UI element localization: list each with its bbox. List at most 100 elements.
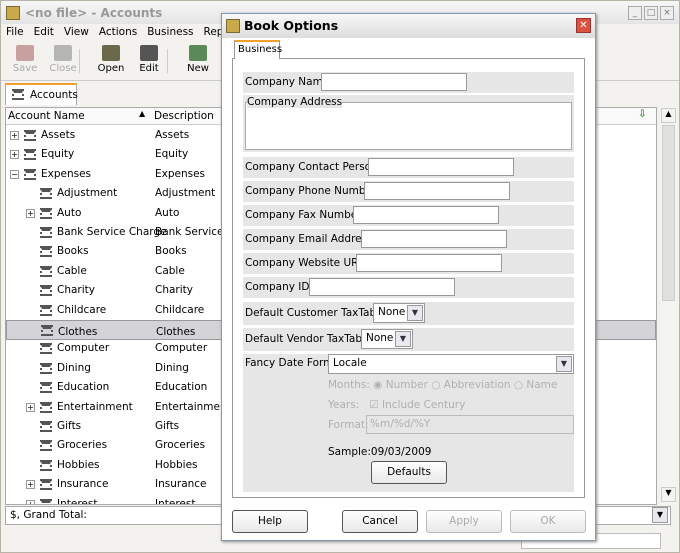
chevron-down-icon[interactable]: ▼ xyxy=(407,305,423,321)
column-description[interactable]: Description xyxy=(154,110,214,122)
window-title: <no file> - Accounts xyxy=(25,6,163,20)
menu-actions[interactable]: Actions xyxy=(94,25,142,41)
toolbar-separator xyxy=(79,49,80,73)
arrow-down-icon[interactable]: ⇩ xyxy=(638,108,647,120)
account-description: Education xyxy=(155,381,208,394)
radio-name[interactable]: ○ Name xyxy=(514,379,557,391)
account-name: Dining xyxy=(57,361,91,374)
account-name: Cable xyxy=(57,264,87,277)
account-icon xyxy=(40,265,52,277)
account-description: Charity xyxy=(155,284,193,297)
new-button[interactable]: New xyxy=(178,45,218,74)
save-button[interactable]: Save xyxy=(5,45,45,74)
apply-button[interactable]: Apply xyxy=(426,510,502,533)
scroll-up-button[interactable]: ▲ xyxy=(661,108,676,123)
account-description: Adjustment xyxy=(155,187,216,200)
radio-number[interactable]: ◉ Number xyxy=(373,379,428,391)
account-icon xyxy=(40,401,52,413)
ok-button[interactable]: OK xyxy=(510,510,586,533)
field-label: Company Website URL: xyxy=(245,257,368,269)
expand-icon[interactable]: + xyxy=(10,150,19,160)
maximize-button[interactable]: □ xyxy=(644,6,658,20)
close-button[interactable]: Close xyxy=(43,45,83,74)
radio-abbreviation[interactable]: ○ Abbreviation xyxy=(431,379,510,391)
collapse-icon[interactable]: − xyxy=(10,169,19,179)
field-input[interactable] xyxy=(356,254,502,272)
years-row: Years: ☑ Include Century xyxy=(328,399,466,411)
account-description: Assets xyxy=(155,129,190,141)
account-name: Childcare xyxy=(57,303,107,316)
account-description: Dining xyxy=(155,361,189,374)
account-icon xyxy=(40,343,52,355)
menu-edit[interactable]: Edit xyxy=(29,25,59,41)
account-icon xyxy=(40,362,52,374)
scroll-thumb[interactable] xyxy=(662,125,675,301)
vertical-scrollbar[interactable]: ▲ ▼ xyxy=(660,107,677,505)
months-row: Months: ◉ Number ○ Abbreviation ○ Name xyxy=(328,379,558,391)
account-name: Bank Service Charge xyxy=(57,226,167,238)
total-dropdown-button[interactable]: ▼ xyxy=(652,507,668,523)
chevron-down-icon[interactable]: ▼ xyxy=(556,356,572,372)
defaults-button[interactable]: Defaults xyxy=(371,461,447,484)
vendor-taxtable-select[interactable]: None ▼ xyxy=(361,329,413,349)
menu-file[interactable]: File xyxy=(1,25,29,41)
account-icon xyxy=(24,149,36,161)
vendor-taxtable-label: Default Vendor TaxTable: xyxy=(245,333,375,345)
company-name-input[interactable] xyxy=(321,73,467,91)
account-icon xyxy=(40,207,52,219)
close-icon xyxy=(54,45,72,61)
dialog-title: Book Options xyxy=(244,18,339,33)
field-label: Company ID: xyxy=(245,281,314,293)
menu-view[interactable]: View xyxy=(59,25,94,41)
column-account-name[interactable]: Account Name xyxy=(8,110,85,122)
dialog-close-button[interactable]: ✕ xyxy=(576,18,591,33)
account-description: Childcare xyxy=(155,303,205,316)
business-panel: Company Name: Company Address Company Co… xyxy=(232,58,585,498)
scroll-down-button[interactable]: ▼ xyxy=(661,487,676,502)
account-name: Insurance xyxy=(57,478,109,491)
book-options-dialog: Book Options ✕ Company Name: Company Add… xyxy=(221,13,596,541)
account-name: Charity xyxy=(57,284,95,297)
account-description: Gifts xyxy=(155,420,180,432)
field-row: Company Phone Number: xyxy=(243,181,574,202)
expand-icon[interactable]: + xyxy=(26,499,35,504)
expand-icon[interactable]: + xyxy=(26,402,35,412)
account-icon xyxy=(40,421,52,432)
format-input[interactable]: %m/%d/%Y xyxy=(366,415,574,434)
field-input[interactable] xyxy=(361,230,507,248)
open-button[interactable]: Open xyxy=(91,45,131,74)
field-row: Company Fax Number: xyxy=(243,205,574,226)
account-icon xyxy=(40,459,52,471)
cancel-button[interactable]: Cancel xyxy=(342,510,418,533)
tab-accounts[interactable]: Accounts xyxy=(5,83,78,105)
close-window-button[interactable]: × xyxy=(660,6,674,20)
minimize-button[interactable]: _ xyxy=(628,6,642,20)
account-description: Auto xyxy=(155,206,180,219)
account-name: Groceries xyxy=(57,439,108,452)
tab-business[interactable]: Business xyxy=(234,40,282,59)
company-address-textarea[interactable] xyxy=(245,102,572,150)
menu-business[interactable]: Business xyxy=(142,25,198,41)
include-century-checkbox[interactable]: ☑ Include Century xyxy=(369,399,465,411)
date-format-select[interactable]: Locale ▼ xyxy=(328,354,574,374)
edit-button[interactable]: Edit xyxy=(129,45,169,74)
field-row: Company Email Address: xyxy=(243,229,574,250)
customer-taxtable-select[interactable]: None ▼ xyxy=(373,303,425,323)
app-icon xyxy=(6,6,20,20)
account-name: Gifts xyxy=(57,420,82,432)
expand-icon[interactable]: + xyxy=(10,131,19,140)
field-input[interactable] xyxy=(353,206,499,224)
field-input[interactable] xyxy=(364,182,510,200)
help-button[interactable]: Help xyxy=(232,510,308,533)
save-icon xyxy=(16,45,34,61)
expand-icon[interactable]: + xyxy=(26,208,35,218)
company-address-label: Company Address xyxy=(247,96,343,108)
account-description: Entertainment xyxy=(155,400,231,413)
field-input[interactable] xyxy=(309,278,455,296)
field-input[interactable] xyxy=(368,158,514,176)
chevron-down-icon[interactable]: ▼ xyxy=(395,331,411,347)
account-icon xyxy=(24,168,36,180)
account-description: Interest xyxy=(155,497,196,505)
expand-icon[interactable]: + xyxy=(26,480,35,490)
open-icon xyxy=(102,45,120,61)
